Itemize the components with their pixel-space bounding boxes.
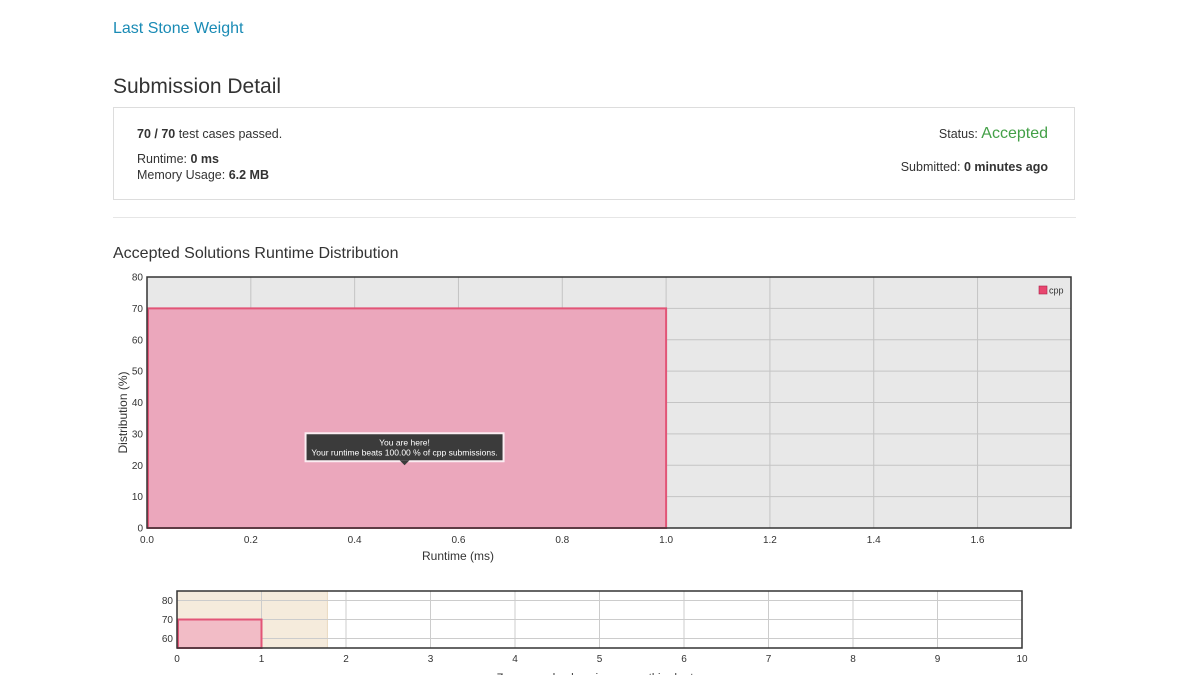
x-tick-label: 0.8 bbox=[555, 535, 569, 546]
navigator-x-tick-label: 6 bbox=[681, 654, 687, 665]
x-tick-label: 0.2 bbox=[244, 535, 258, 546]
y-tick-label: 40 bbox=[132, 398, 144, 409]
navigator-bar bbox=[177, 618, 263, 649]
distribution-bar-cpp[interactable] bbox=[147, 307, 668, 529]
x-tick-label: 0.4 bbox=[348, 535, 362, 546]
y-tick-label: 80 bbox=[132, 273, 144, 284]
x-tick-label: 0.6 bbox=[452, 535, 466, 546]
navigator-x-tick-label: 9 bbox=[935, 654, 941, 665]
navigator-x-tick-label: 7 bbox=[766, 654, 772, 665]
navigator-x-tick-label: 8 bbox=[850, 654, 856, 665]
navigator-x-tick-label: 2 bbox=[343, 654, 349, 665]
navigator-x-tick-label: 10 bbox=[1016, 654, 1028, 665]
navigator-y-tick-label: 70 bbox=[162, 615, 174, 626]
navigator-x-tick-label: 3 bbox=[428, 654, 434, 665]
x-tick-label: 1.4 bbox=[867, 535, 881, 546]
x-tick-label: 1.2 bbox=[763, 535, 777, 546]
y-tick-label: 60 bbox=[132, 335, 144, 346]
navigator-x-tick-label: 5 bbox=[597, 654, 603, 665]
navigator-y-tick-label: 60 bbox=[162, 634, 174, 645]
x-tick-label: 1.6 bbox=[971, 535, 985, 546]
navigator-x-tick-label: 0 bbox=[174, 654, 180, 665]
legend-swatch-cpp[interactable] bbox=[1038, 285, 1048, 295]
y-tick-label: 0 bbox=[137, 524, 143, 535]
y-tick-label: 10 bbox=[132, 492, 144, 503]
y-tick-label: 30 bbox=[132, 429, 144, 440]
x-axis-title: Runtime (ms) bbox=[422, 549, 494, 563]
navigator-x-tick-label: 4 bbox=[512, 654, 518, 665]
navigator-y-tick-label: 80 bbox=[162, 596, 174, 607]
x-tick-label: 0.0 bbox=[140, 535, 154, 546]
navigator-x-tick-label: 1 bbox=[259, 654, 265, 665]
y-axis-title: Distribution (%) bbox=[116, 371, 130, 453]
runtime-distribution-charts: 010203040506070800.0 0.2 0.4 0.6 0.8 1.0 1.2 1.… bbox=[116, 273, 1072, 675]
y-tick-label: 50 bbox=[132, 367, 144, 378]
tooltip-line-1: You are here! bbox=[379, 437, 430, 447]
legend-label-cpp: cpp bbox=[1049, 286, 1064, 296]
y-tick-label: 20 bbox=[132, 461, 144, 472]
y-tick-label: 70 bbox=[132, 304, 144, 315]
x-tick-label: 1.0 bbox=[659, 535, 673, 546]
tooltip-line-2: Your runtime beats 100.00 % of cpp submi… bbox=[311, 447, 497, 457]
